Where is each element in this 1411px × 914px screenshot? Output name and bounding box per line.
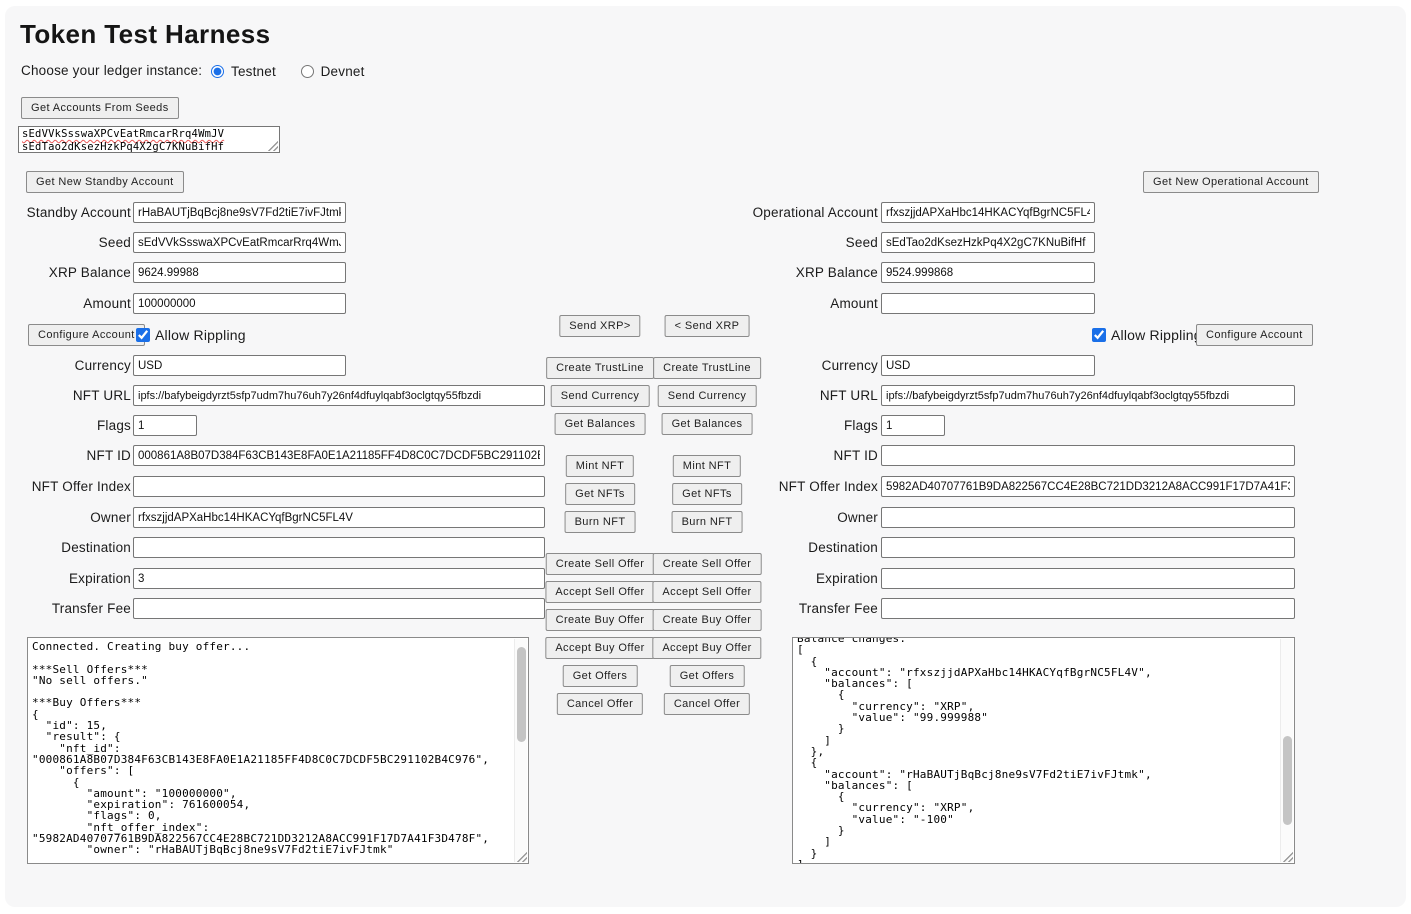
standby-account-input[interactable] bbox=[133, 202, 346, 223]
operational-nft-id-input[interactable] bbox=[881, 445, 1295, 466]
standby-results-box[interactable]: Connected. Creating buy offer... ***Sell… bbox=[27, 637, 529, 864]
standby-nft-url-label: NFT URL bbox=[0, 385, 131, 406]
standby-nft-offer-index-label: NFT Offer Index bbox=[0, 476, 131, 497]
operational-destination-label: Destination bbox=[600, 537, 878, 558]
standby-flags-label: Flags bbox=[0, 415, 131, 436]
standby-destination-label: Destination bbox=[0, 537, 131, 558]
standby-results-scrollbar-thumb[interactable] bbox=[517, 647, 526, 742]
testnet-radio[interactable] bbox=[211, 65, 224, 78]
standby-nft-url-input[interactable] bbox=[133, 385, 545, 406]
page-title: Token Test Harness bbox=[20, 19, 270, 50]
operational-currency-label: Currency bbox=[600, 355, 878, 376]
standby-transfer-fee-label: Transfer Fee bbox=[0, 598, 131, 619]
operational-accept-buy-offer-button[interactable]: Accept Buy Offer bbox=[652, 637, 761, 659]
standby-nft-id-input[interactable] bbox=[133, 445, 545, 466]
standby-currency-label: Currency bbox=[0, 355, 131, 376]
ledger-radio-group: Testnet Devnet bbox=[211, 63, 385, 83]
testnet-radio-option[interactable]: Testnet bbox=[211, 64, 276, 79]
standby-results-text: Connected. Creating buy offer... ***Sell… bbox=[32, 641, 510, 856]
standby-accept-buy-offer-button[interactable]: Accept Buy Offer bbox=[545, 637, 654, 659]
operational-nft-id-label: NFT ID bbox=[600, 445, 878, 466]
operational-allow-rippling-label: Allow Rippling bbox=[1111, 324, 1202, 346]
standby-expiration-input[interactable] bbox=[133, 568, 545, 589]
seeds-textarea[interactable]: sEdVVkSsswaXPCvEatRmcarRrq4WmJV sEdTao2d… bbox=[18, 126, 280, 153]
standby-nft-id-label: NFT ID bbox=[0, 445, 131, 466]
standby-destination-input[interactable] bbox=[133, 537, 545, 558]
standby-owner-input[interactable] bbox=[133, 507, 545, 528]
operational-configure-account-button[interactable]: Configure Account bbox=[1196, 324, 1313, 346]
standby-results-scrollbar[interactable] bbox=[514, 639, 527, 862]
get-new-standby-account-button[interactable]: Get New Standby Account bbox=[26, 171, 184, 193]
operational-flags-input[interactable] bbox=[881, 415, 945, 436]
operational-transfer-fee-input[interactable] bbox=[881, 598, 1295, 619]
operational-allow-rippling-checkbox[interactable] bbox=[1092, 328, 1106, 342]
standby-account-label: Standby Account bbox=[0, 202, 131, 223]
devnet-radio-label: Devnet bbox=[321, 64, 365, 79]
standby-allow-rippling-label: Allow Rippling bbox=[155, 324, 246, 346]
operational-currency-input[interactable] bbox=[881, 355, 1095, 376]
operational-account-label: Operational Account bbox=[600, 202, 878, 223]
operational-send-xrp-button[interactable]: < Send XRP bbox=[665, 315, 750, 337]
standby-cancel-offer-button[interactable]: Cancel Offer bbox=[557, 693, 643, 715]
standby-configure-account-button[interactable]: Configure Account bbox=[28, 324, 145, 346]
standby-amount-label: Amount bbox=[0, 293, 131, 314]
standby-seed-label: Seed bbox=[0, 232, 131, 253]
standby-allow-rippling-checkbox[interactable] bbox=[136, 328, 150, 342]
operational-results-text: Balance changes: [ { "account": "rfxszjj… bbox=[797, 638, 1276, 863]
operational-owner-label: Owner bbox=[600, 507, 878, 528]
get-accounts-from-seeds-button[interactable]: Get Accounts From Seeds bbox=[21, 97, 179, 119]
operational-nft-url-label: NFT URL bbox=[600, 385, 878, 406]
seeds-text: sEdVVkSsswaXPCvEatRmcarRrq4WmJV sEdTao2d… bbox=[22, 128, 224, 153]
operational-amount-label: Amount bbox=[600, 293, 878, 314]
operational-amount-input[interactable] bbox=[881, 293, 1095, 314]
operational-transfer-fee-label: Transfer Fee bbox=[600, 598, 878, 619]
standby-expiration-label: Expiration bbox=[0, 568, 131, 589]
operational-account-input[interactable] bbox=[881, 202, 1095, 223]
operational-nft-offer-index-input[interactable] bbox=[881, 476, 1295, 497]
standby-send-xrp-button[interactable]: Send XRP> bbox=[559, 315, 640, 337]
standby-flags-input[interactable] bbox=[133, 415, 197, 436]
standby-amount-input[interactable] bbox=[133, 293, 346, 314]
get-new-operational-account-button[interactable]: Get New Operational Account bbox=[1143, 171, 1319, 193]
standby-get-offers-button[interactable]: Get Offers bbox=[563, 665, 638, 687]
operational-nft-offer-index-label: NFT Offer Index bbox=[600, 476, 878, 497]
operational-get-offers-button[interactable]: Get Offers bbox=[670, 665, 745, 687]
operational-expiration-input[interactable] bbox=[881, 568, 1295, 589]
resize-handle-icon[interactable] bbox=[267, 140, 278, 151]
operational-results-scrollbar-thumb[interactable] bbox=[1283, 736, 1292, 825]
operational-results-scrollbar[interactable] bbox=[1280, 639, 1293, 862]
testnet-radio-label: Testnet bbox=[231, 64, 276, 79]
standby-xrp-balance-label: XRP Balance bbox=[0, 262, 131, 283]
standby-transfer-fee-input[interactable] bbox=[133, 598, 545, 619]
standby-xrp-balance-input[interactable] bbox=[133, 262, 346, 283]
operational-cancel-offer-button[interactable]: Cancel Offer bbox=[664, 693, 750, 715]
operational-seed-label: Seed bbox=[600, 232, 878, 253]
standby-currency-input[interactable] bbox=[133, 355, 346, 376]
operational-seed-input[interactable] bbox=[881, 232, 1095, 253]
operational-owner-input[interactable] bbox=[881, 507, 1295, 528]
devnet-radio[interactable] bbox=[301, 65, 314, 78]
operational-nft-url-input[interactable] bbox=[881, 385, 1295, 406]
operational-expiration-label: Expiration bbox=[600, 568, 878, 589]
operational-flags-label: Flags bbox=[600, 415, 878, 436]
operational-destination-input[interactable] bbox=[881, 537, 1295, 558]
standby-nft-offer-index-input[interactable] bbox=[133, 476, 545, 497]
operational-results-box[interactable]: Balance changes: [ { "account": "rfxszjj… bbox=[792, 637, 1295, 864]
operational-xrp-balance-label: XRP Balance bbox=[600, 262, 878, 283]
operational-xrp-balance-input[interactable] bbox=[881, 262, 1095, 283]
devnet-radio-option[interactable]: Devnet bbox=[301, 64, 365, 79]
ledger-instance-label: Choose your ledger instance: bbox=[21, 63, 202, 83]
standby-seed-input[interactable] bbox=[133, 232, 346, 253]
standby-owner-label: Owner bbox=[0, 507, 131, 528]
